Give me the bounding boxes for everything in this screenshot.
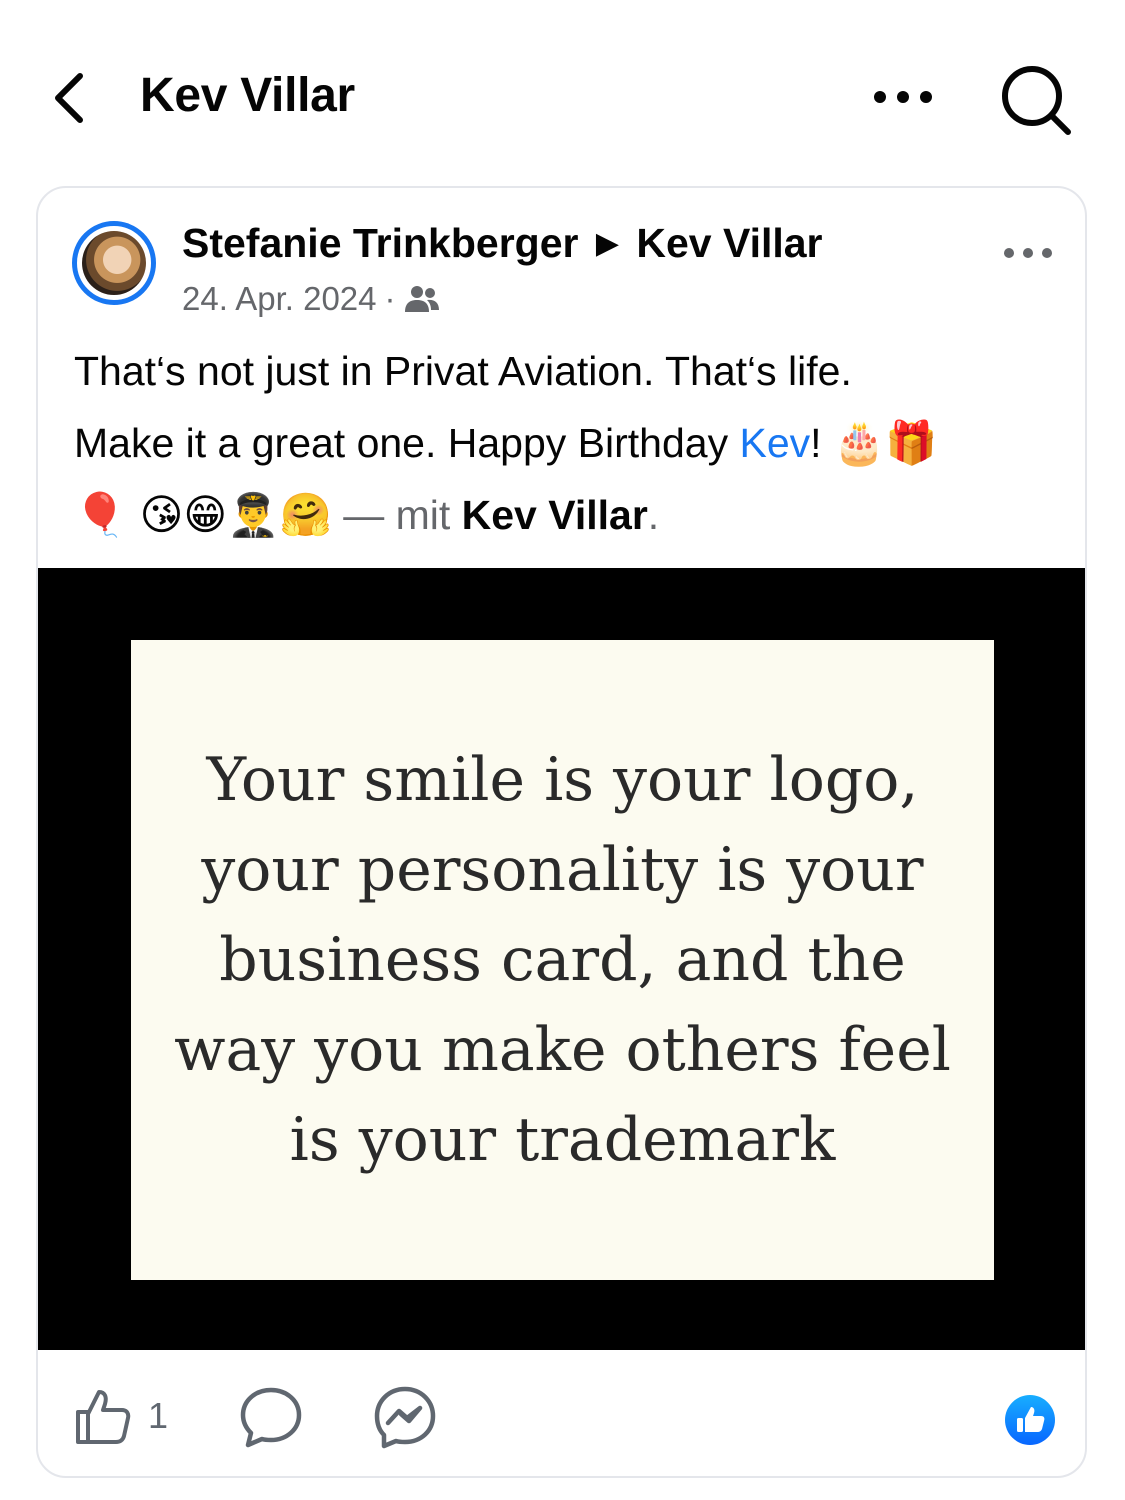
ellipsis-icon xyxy=(874,91,932,103)
post-image[interactable]: Your smile is your logo, your personalit… xyxy=(38,568,1085,1350)
post-text-segment: Make it a great one. Happy Birthday xyxy=(74,420,740,466)
top-bar: Kev Villar xyxy=(0,0,1125,190)
friends-icon xyxy=(404,286,439,312)
post-meta: 24. Apr. 2024 · xyxy=(182,280,440,318)
quote-text: Your smile is your logo, your personalit… xyxy=(174,745,951,1175)
like-reaction-badge xyxy=(1005,1395,1055,1445)
action-bar: 1 xyxy=(38,1350,1085,1476)
chevron-left-icon xyxy=(55,73,83,123)
post-text-line-1: That‘s not just in Privat Aviation. That… xyxy=(74,348,852,394)
comment-button[interactable] xyxy=(238,1384,304,1450)
like-count: 1 xyxy=(148,1395,169,1436)
post-text-segment: ! xyxy=(810,420,822,466)
with-suffix: . xyxy=(647,492,660,538)
quote-card: Your smile is your logo, your personalit… xyxy=(131,640,994,1280)
post-more-button[interactable] xyxy=(1000,243,1056,263)
target-name[interactable]: Kev Villar xyxy=(636,220,822,266)
post-date[interactable]: 24. Apr. 2024 xyxy=(182,280,377,317)
thumbs-up-icon xyxy=(76,1390,131,1444)
messenger-icon xyxy=(374,1386,436,1449)
search-icon xyxy=(1002,66,1071,135)
like-button[interactable]: 1 xyxy=(72,1384,168,1448)
ellipsis-icon xyxy=(1004,248,1052,258)
post-text: That‘s not just in Privat Aviation. That… xyxy=(74,336,1064,551)
mention-link[interactable]: Kev xyxy=(739,420,810,466)
page-title: Kev Villar xyxy=(140,69,355,122)
more-options-button[interactable] xyxy=(868,80,938,114)
with-label: — mit xyxy=(331,492,462,538)
like-reaction-icon[interactable] xyxy=(1004,1394,1056,1446)
search-button[interactable] xyxy=(996,60,1076,140)
post-author-line: Stefanie Trinkberger ▶ Kev Villar xyxy=(182,220,823,267)
emoji-group: 🎂🎁 xyxy=(832,418,938,467)
post-text-line-3: 🎈 😘😁👨‍✈️🤗 — mit Kev Villar. xyxy=(74,479,1064,551)
post-text-line-2: Make it a great one. Happy Birthday Kev!… xyxy=(74,407,1064,479)
meta-separator: · xyxy=(384,280,396,317)
post-card: Stefanie Trinkberger ▶ Kev Villar 24. Ap… xyxy=(36,186,1087,1478)
arrow-icon: ▶ xyxy=(595,227,619,260)
back-button[interactable] xyxy=(44,66,100,130)
author-name[interactable]: Stefanie Trinkberger xyxy=(182,220,578,266)
emoji-group: 🎈 😘😁👨‍✈️🤗 xyxy=(74,490,332,539)
author-avatar[interactable] xyxy=(72,221,156,305)
avatar-image xyxy=(82,231,146,295)
tagged-user-link[interactable]: Kev Villar xyxy=(462,492,648,538)
comment-icon xyxy=(240,1387,302,1448)
send-messenger-button[interactable] xyxy=(372,1384,438,1450)
